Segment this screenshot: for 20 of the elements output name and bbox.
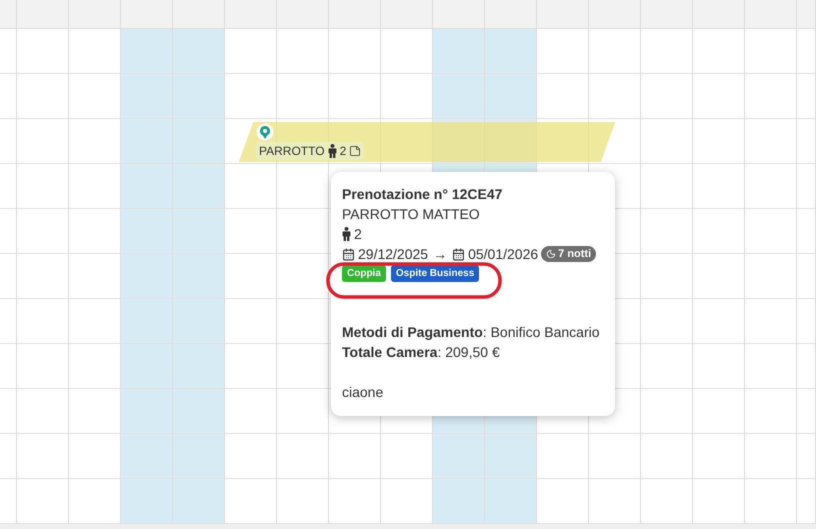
calendar-icon <box>342 248 355 260</box>
logo-icon <box>256 123 274 141</box>
check-out-date: 05/01/2026 <box>468 245 538 264</box>
date-arrow: → <box>433 245 448 264</box>
calendar-icon <box>452 248 466 260</box>
payment-method: Metodi di Pagamento: Bonifico Bancario <box>342 323 601 342</box>
booking-label: PARROTTO <box>259 143 325 160</box>
person-icon <box>328 144 337 158</box>
note-icon <box>349 145 362 157</box>
tag: Coppia <box>342 265 386 282</box>
guest-count: 2 <box>340 143 346 160</box>
tag: Ospite Business <box>390 265 480 282</box>
guest-name: PARROTTO MATTEO <box>342 205 481 224</box>
tooltip-title: Prenotazione n° 12CE47 <box>342 185 504 204</box>
check-in-date: 29/12/2025 <box>358 245 428 264</box>
guest-count: 2 <box>354 225 362 244</box>
room-total: Totale Camera: 209,50 € <box>342 343 501 362</box>
person-icon <box>342 227 351 241</box>
nights-badge: 7 notti <box>541 246 596 262</box>
note-text: ciaone <box>342 383 384 402</box>
